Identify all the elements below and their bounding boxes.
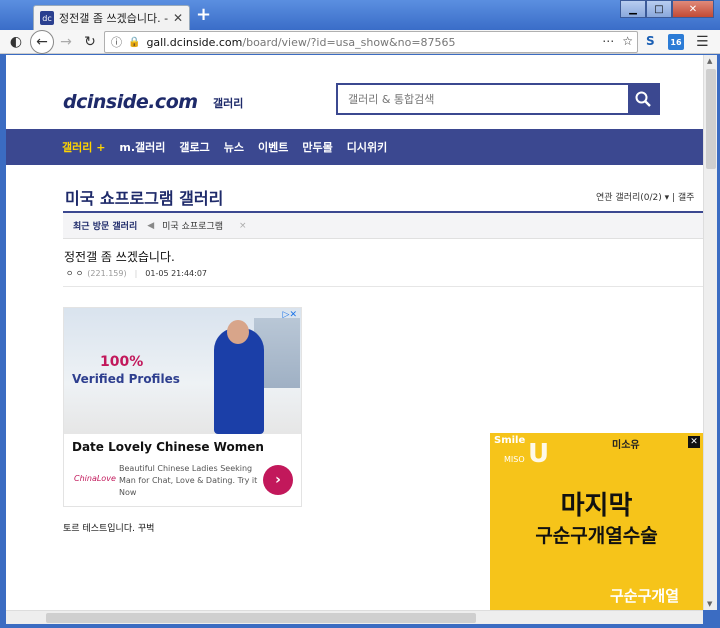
bookmark-star-icon[interactable]: ☆ [622,34,633,48]
reload-button[interactable]: ↻ [80,32,100,52]
ad2-headline-1: 마지막 [560,491,633,521]
info-icon[interactable]: ⓘ [111,34,122,50]
horizontal-scroll-thumb[interactable] [46,613,476,623]
gallery-title[interactable]: 미국 쇼프로그램 갤러리 [65,185,223,209]
post-ip: (221.159) [87,269,127,278]
post-body: 토르 테스트입니다. 꾸벅 [63,524,155,534]
insecure-lock-icon: 🔒 [128,36,141,48]
post-author[interactable]: ㅇ ㅇ [66,268,83,279]
post-title: 정전갤 좀 쓰겠습니다. [64,250,175,264]
minimize-button[interactable]: ▁ [620,0,646,18]
extension-s-icon[interactable]: S [646,34,655,48]
ad-close-icon[interactable]: ✕ [688,436,700,448]
extension-badge-icon[interactable]: 16 [668,34,684,50]
recent-visits-bar: 최근 방문 갤러리 ◀ 미국 쇼프로그램 × [63,213,703,239]
vertical-scrollbar[interactable]: ▲ ▼ [703,55,717,610]
forward-button[interactable]: → [56,32,76,52]
search-icon [635,91,651,107]
nav-gallog[interactable]: 갤로그 [179,139,209,155]
surgery-ad[interactable]: Smile U MISO 미소유 ✕ 마지막 구순구개열수술 구순구개열 [490,433,703,610]
ad2-headline-2: 구순구개열수술 [535,525,658,547]
remove-visit-icon[interactable]: × [239,221,247,231]
site-logo-sub[interactable]: 갤러리 [213,95,243,111]
page-viewport: dcinside.com 갤러리 갤러리 + m.갤러리 갤로그 뉴스 이벤트 … [6,55,703,610]
recent-visits-label: 최근 방문 갤러리 [73,222,138,232]
maximize-button[interactable]: □ [646,0,672,18]
adchoices-icon[interactable]: ▷✕ [283,310,297,320]
horizontal-scrollbar[interactable] [6,610,703,624]
ad2-u-logo: U [528,439,550,469]
browser-tab[interactable]: dc 정전갤 좀 쓰겠습니다. - 미국 쇼 ✕ [33,5,190,30]
ad2-brand: Smile [494,435,526,446]
nav-event[interactable]: 이벤트 [258,139,288,155]
url-text: gall.dcinside.com/board/view/?id=usa_sho… [146,35,456,49]
hamburger-menu-icon[interactable]: ☰ [696,34,709,50]
chevron-left-icon[interactable]: ◀ [147,221,154,231]
ad-percent: 100% [100,354,144,370]
close-window-button[interactable]: ✕ [672,0,714,18]
window-controls: ▁ □ ✕ [620,0,714,18]
tracking-shield-icon[interactable]: ◐ [6,32,26,52]
vertical-scroll-thumb[interactable] [706,69,716,169]
related-galleries[interactable]: 연관 갤러리(0/2) ▾ | 갤주 [596,190,694,203]
recent-visit-item[interactable]: 미국 쇼프로그램 [162,219,223,232]
ad-advertiser-logo: ChinaLove [74,474,116,483]
ad2-footer: 구순구개열 [610,587,680,605]
title-bar: dc 정전갤 좀 쓰겠습니다. - 미국 쇼 ✕ + ▁ □ ✕ [0,0,720,30]
ad2-clinic-name: 미소유 [612,440,640,451]
post-date: 01-05 21:44:07 [145,269,208,278]
site-logo[interactable]: dcinside.com [63,91,198,113]
ad-model-head-graphic [227,320,249,344]
ad-headline[interactable]: Date Lovely Chinese Women [72,440,264,454]
ad2-miso: MISO [504,455,525,464]
address-bar[interactable]: ⓘ 🔒 gall.dcinside.com/board/view/?id=usa… [104,31,638,53]
ad-arrow-button[interactable]: › [263,465,293,495]
back-button[interactable]: ← [30,30,54,54]
nav-wiki[interactable]: 디시위키 [347,139,387,155]
ad-verified: Verified Profiles [72,372,180,386]
tab-close-icon[interactable]: ✕ [173,11,183,25]
nav-mall[interactable]: 만두몰 [302,139,332,155]
nav-toolbar: ◐ ← → ↻ ⓘ 🔒 gall.dcinside.com/board/view… [0,30,720,54]
scroll-down-icon[interactable]: ▼ [707,600,712,608]
ad-body: Beautiful Chinese Ladies Seeking Man for… [119,464,258,497]
nav-gallery[interactable]: 갤러리 + [62,139,105,155]
dating-ad[interactable]: 100% Verified Profiles ▷✕ Date Lovely Ch… [63,307,302,507]
scroll-up-icon[interactable]: ▲ [707,57,712,65]
global-nav: 갤러리 + m.갤러리 갤로그 뉴스 이벤트 만두몰 디시위키 [6,129,703,165]
search-input[interactable] [342,88,626,110]
new-tab-button[interactable]: + [196,6,211,24]
meta-separator: | [134,269,138,278]
page-actions-icon[interactable]: ⋯ [602,34,614,48]
post-divider [63,286,703,287]
post-meta: ㅇ ㅇ (221.159) | 01-05 21:44:07 [66,268,207,279]
search-button[interactable] [628,85,658,113]
search-box [336,83,660,115]
favicon-icon: dc [40,11,54,25]
nav-news[interactable]: 뉴스 [224,139,244,155]
nav-mgallery[interactable]: m.갤러리 [119,139,165,155]
tab-title: 정전갤 좀 쓰겠습니다. - 미국 쇼 [59,12,169,25]
